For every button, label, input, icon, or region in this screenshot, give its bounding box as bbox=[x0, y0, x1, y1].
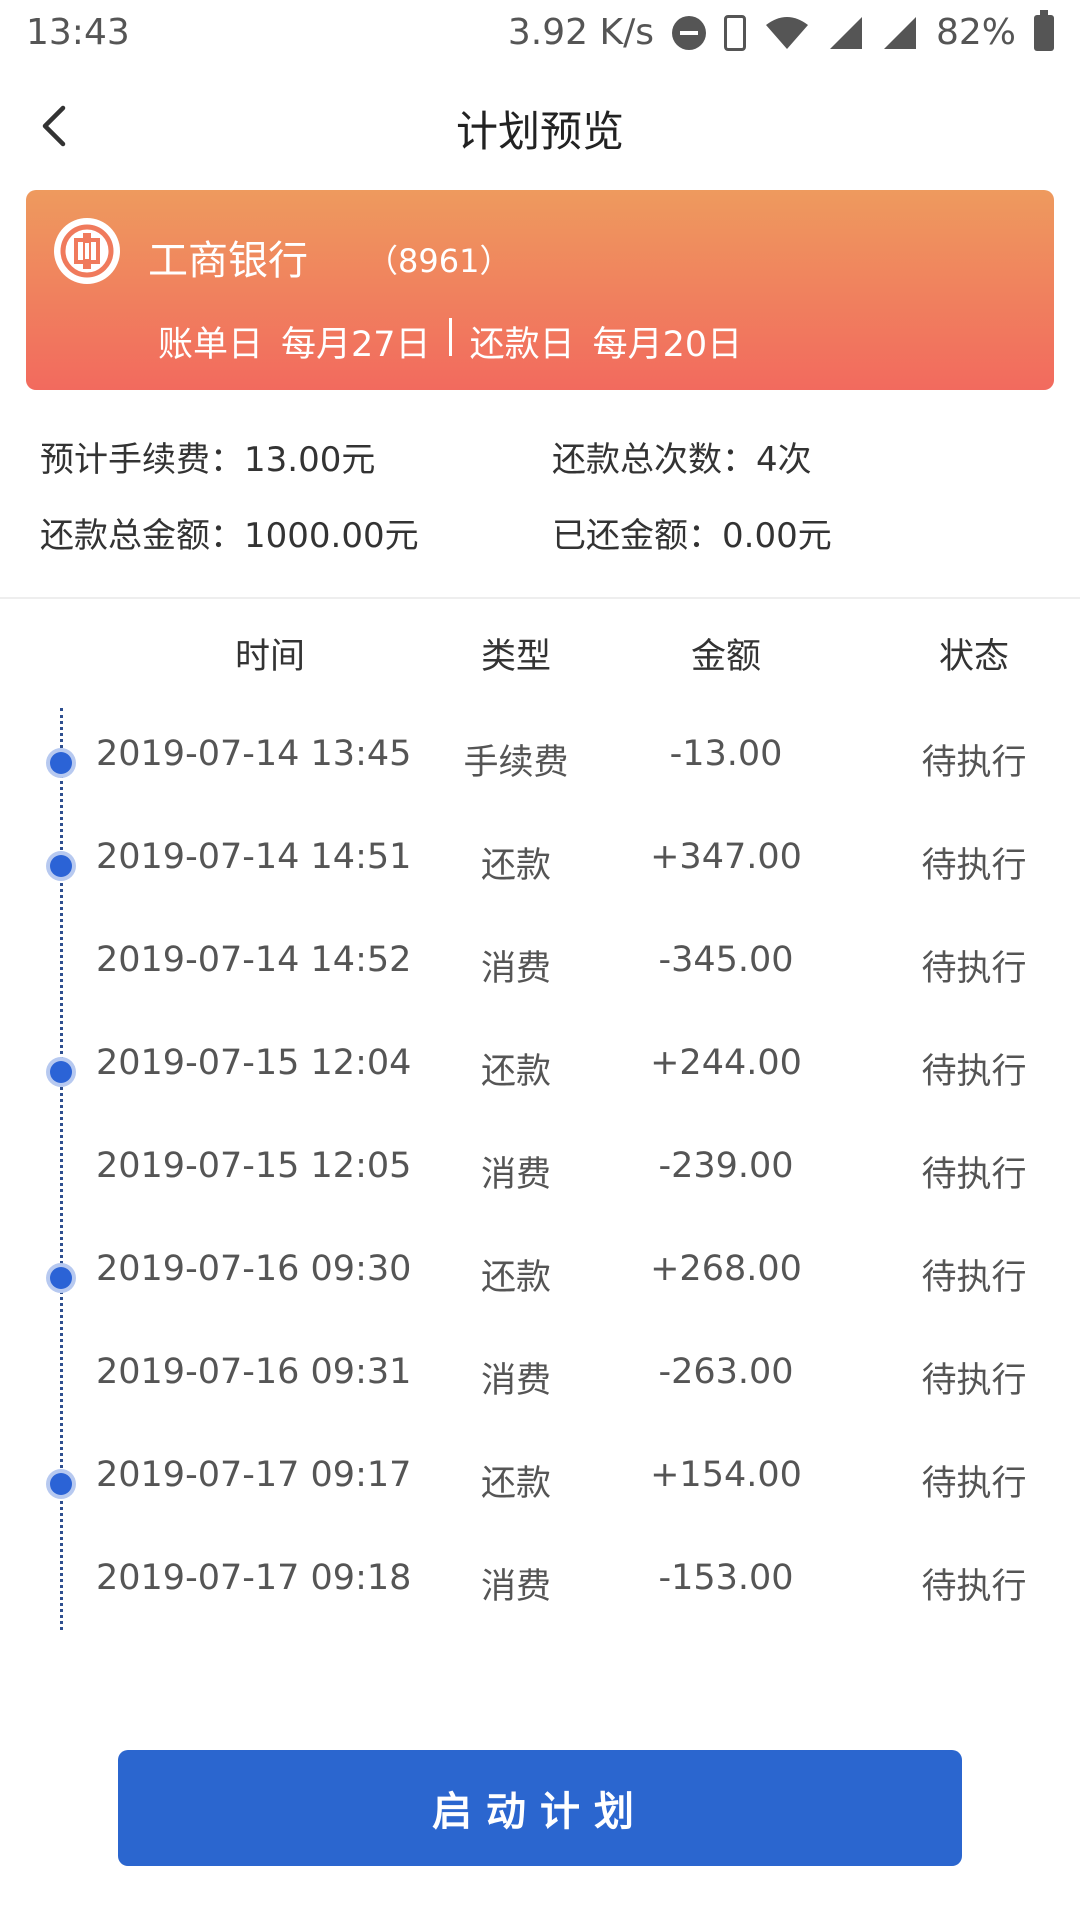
cell-type: 还款 bbox=[480, 1052, 551, 1092]
repay-day-value: 每月20日 bbox=[592, 325, 743, 365]
cell-amount: -239.00 bbox=[658, 1146, 794, 1186]
col-header-type: 类型 bbox=[480, 637, 551, 677]
cell-time: 2019-07-17 09:18 bbox=[96, 1558, 412, 1598]
timeline-dot-icon bbox=[50, 1061, 72, 1083]
repay-day-label: 还款日 bbox=[469, 325, 575, 365]
card-suffix: （8961） bbox=[366, 242, 512, 280]
wifi-icon bbox=[765, 16, 808, 49]
timeline-dot-icon bbox=[50, 1473, 72, 1495]
plan-summary: 预计手续费：13.00元 还款总次数：4次 还款总金额：1000.00元 已还金… bbox=[0, 420, 1080, 590]
cell-amount: +244.00 bbox=[650, 1043, 802, 1083]
cell-type: 消费 bbox=[480, 1567, 551, 1607]
status-time: 13:43 bbox=[26, 12, 130, 53]
do-not-disturb-icon bbox=[671, 15, 706, 50]
cell-amount: +268.00 bbox=[650, 1249, 802, 1289]
start-plan-button[interactable]: 启动计划 bbox=[118, 1750, 962, 1866]
cell-status: 待执行 bbox=[921, 1464, 1027, 1504]
col-header-amount: 金额 bbox=[690, 637, 761, 677]
net-speed: 3.92 K/s bbox=[507, 12, 654, 53]
cell-amount: +154.00 bbox=[650, 1455, 802, 1495]
table-row: 2019-07-16 09:31 消费 -263.00 待执行 bbox=[0, 1330, 1080, 1433]
cell-type: 还款 bbox=[480, 846, 551, 886]
table-row: 2019-07-15 12:04 还款 +244.00 待执行 bbox=[0, 1021, 1080, 1124]
bank-name: 工商银行 bbox=[148, 238, 308, 284]
table-row: 2019-07-17 09:17 还款 +154.00 待执行 bbox=[0, 1433, 1080, 1536]
cell-time: 2019-07-16 09:30 bbox=[96, 1249, 412, 1289]
bill-day-label: 账单日 bbox=[158, 325, 264, 365]
cell-status: 待执行 bbox=[921, 1052, 1027, 1092]
cell-amount: -153.00 bbox=[658, 1558, 794, 1598]
table-row: 2019-07-16 09:30 还款 +268.00 待执行 bbox=[0, 1227, 1080, 1330]
header: 计划预览 bbox=[0, 66, 1080, 186]
col-header-status: 状态 bbox=[938, 637, 1009, 677]
cell-status: 待执行 bbox=[921, 1155, 1027, 1195]
signal-icon bbox=[829, 16, 862, 49]
cell-amount: -13.00 bbox=[669, 734, 783, 774]
icbc-logo-icon bbox=[54, 218, 120, 284]
cell-type: 消费 bbox=[480, 1361, 551, 1401]
cell-time: 2019-07-14 14:52 bbox=[96, 940, 412, 980]
cell-amount: +347.00 bbox=[650, 837, 802, 877]
cell-status: 待执行 bbox=[921, 1361, 1027, 1401]
repay-count: 还款总次数：4次 bbox=[552, 440, 812, 480]
cell-amount: -345.00 bbox=[658, 940, 794, 980]
cell-status: 待执行 bbox=[921, 949, 1027, 989]
table-row: 2019-07-17 09:18 消费 -153.00 待执行 bbox=[0, 1536, 1080, 1639]
cell-type: 消费 bbox=[480, 949, 551, 989]
cell-status: 待执行 bbox=[921, 846, 1027, 886]
bank-card: 工商银行 （8961） 账单日 每月27日 还款日 每月20日 bbox=[26, 190, 1054, 390]
estimated-fee: 预计手续费：13.00元 bbox=[40, 440, 376, 480]
table-row: 2019-07-14 14:51 还款 +347.00 待执行 bbox=[0, 815, 1080, 918]
repay-total: 还款总金额：1000.00元 bbox=[40, 516, 419, 556]
timeline-dot-icon bbox=[50, 855, 72, 877]
battery-icon bbox=[1034, 9, 1054, 51]
battery-percent: 82% bbox=[935, 12, 1016, 53]
cell-time: 2019-07-16 09:31 bbox=[96, 1352, 412, 1392]
repaid-amount: 已还金额：0.00元 bbox=[552, 516, 832, 556]
col-header-time: 时间 bbox=[234, 637, 305, 677]
cell-status: 待执行 bbox=[921, 1258, 1027, 1298]
cell-time: 2019-07-17 09:17 bbox=[96, 1455, 412, 1495]
bill-day-value: 每月27日 bbox=[281, 325, 431, 365]
cell-time: 2019-07-15 12:05 bbox=[96, 1146, 412, 1186]
cell-time: 2019-07-14 14:51 bbox=[96, 837, 412, 877]
table-row: 2019-07-14 14:52 消费 -345.00 待执行 bbox=[0, 918, 1080, 1021]
timeline-dot-icon bbox=[50, 1267, 72, 1289]
timeline-dot-icon bbox=[50, 752, 72, 774]
cell-time: 2019-07-14 13:45 bbox=[96, 734, 412, 774]
cell-time: 2019-07-15 12:04 bbox=[96, 1043, 412, 1083]
cell-type: 还款 bbox=[480, 1258, 551, 1298]
cell-amount: -263.00 bbox=[658, 1352, 794, 1392]
vibrate-icon bbox=[723, 14, 746, 51]
table-row: 2019-07-15 12:05 消费 -239.00 待执行 bbox=[0, 1124, 1080, 1227]
status-bar: 13:43 3.92 K/s 82% bbox=[0, 0, 1080, 66]
status-icons: 3.92 K/s 82% bbox=[507, 9, 1054, 53]
cell-status: 待执行 bbox=[921, 743, 1027, 783]
cell-type: 消费 bbox=[480, 1155, 551, 1195]
page-title: 计划预览 bbox=[455, 107, 624, 156]
cell-type: 手续费 bbox=[463, 743, 569, 783]
bill-separator bbox=[448, 318, 452, 356]
bill-info: 账单日 每月27日 还款日 每月20日 bbox=[158, 316, 742, 367]
table-header: 时间 类型 金额 状态 bbox=[0, 620, 1080, 680]
signal-icon-2 bbox=[883, 16, 916, 49]
divider bbox=[0, 597, 1080, 599]
cell-status: 待执行 bbox=[921, 1567, 1027, 1607]
table-row: 2019-07-14 13:45 手续费 -13.00 待执行 bbox=[0, 712, 1080, 815]
cell-type: 还款 bbox=[480, 1464, 551, 1504]
